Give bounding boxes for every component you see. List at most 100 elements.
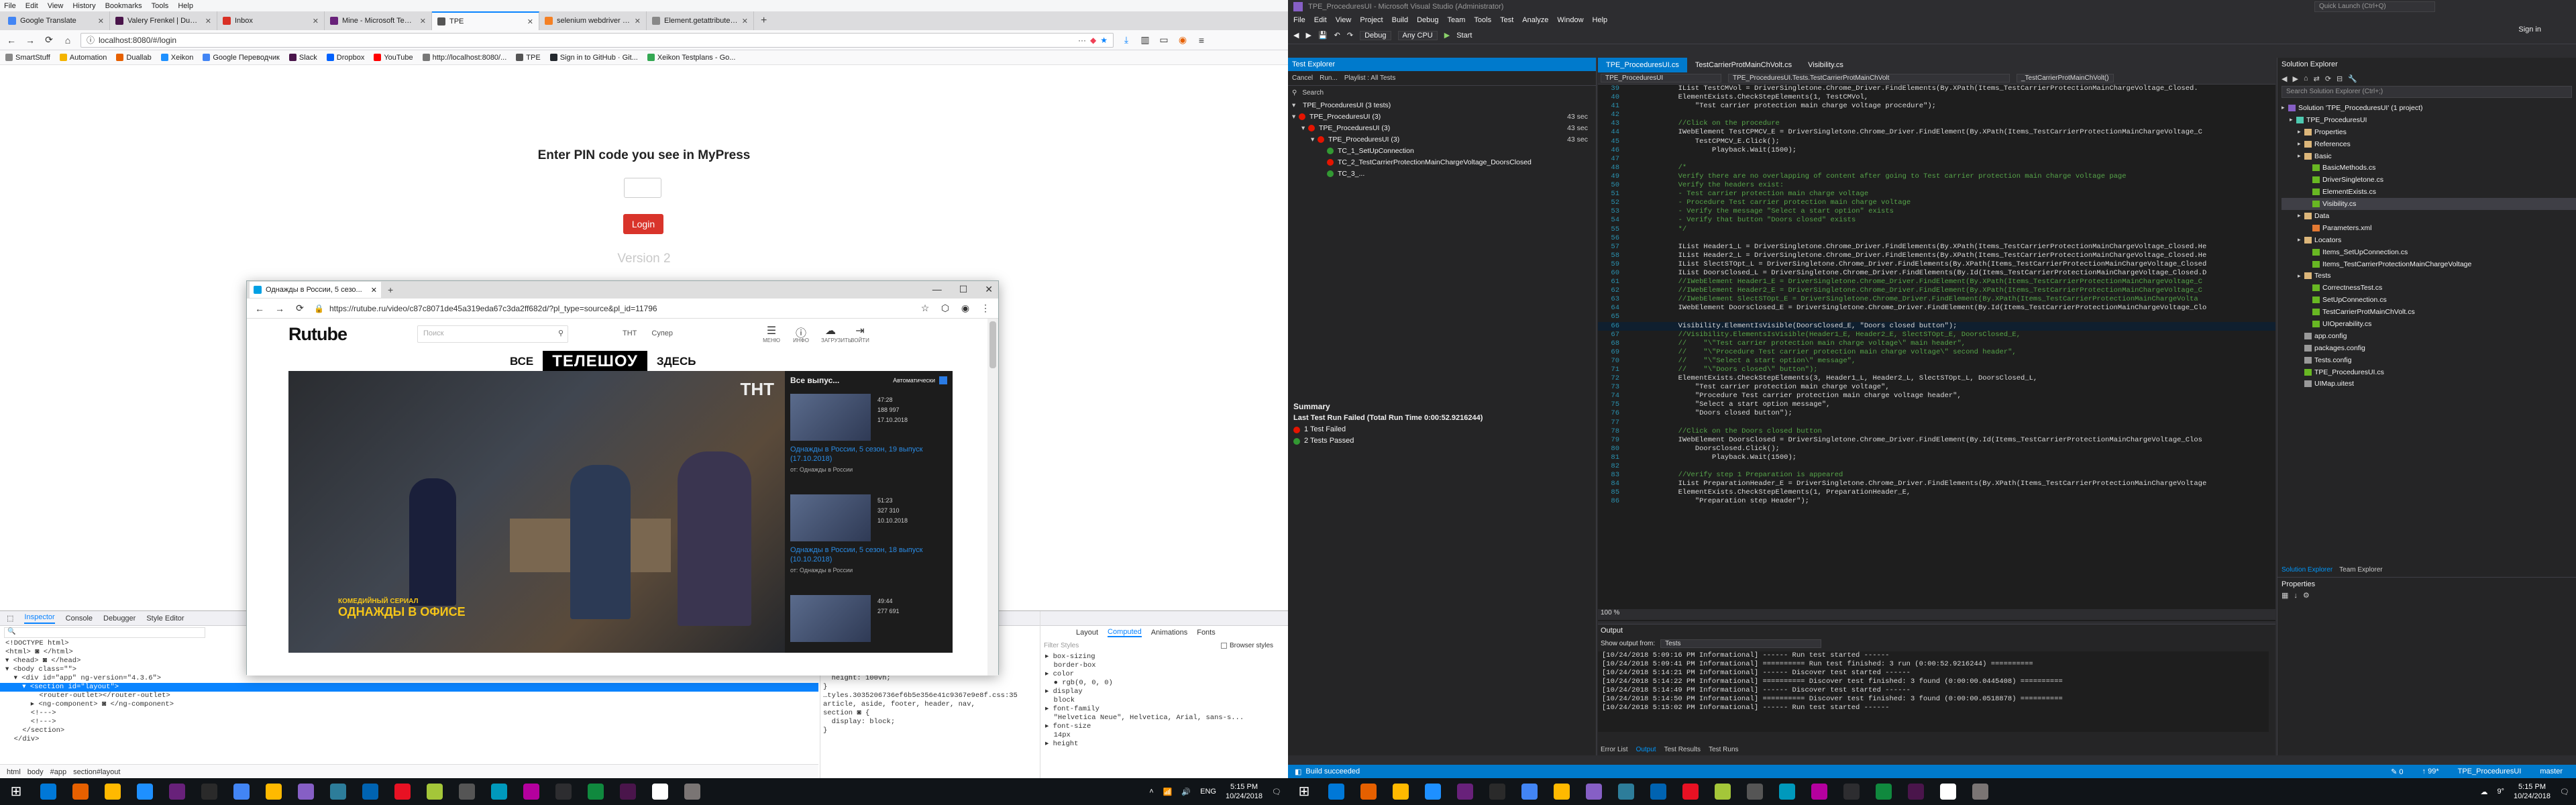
browser-tab[interactable]: Google Translate ✕	[3, 11, 110, 30]
properties-icon[interactable]: 🔧	[2348, 74, 2357, 83]
rutube-upload-button[interactable]: ☁ ЗАГРУЗИТЬ	[821, 324, 851, 343]
bookmark-item[interactable]: Xeikon	[160, 54, 193, 62]
editor-tab[interactable]: TestCarrierProtMainChVolt.cs	[1687, 58, 1800, 72]
solution-tree-item[interactable]: UIOperability.cs	[2282, 318, 2576, 330]
html-node[interactable]: ▾ <section id="layout">	[0, 683, 818, 692]
video-thumbnail[interactable]	[790, 394, 871, 441]
menu-help[interactable]: Help	[178, 2, 193, 10]
reload-icon[interactable]: ⟳	[43, 34, 55, 46]
property-pages-icon[interactable]: ⚙	[2303, 591, 2310, 600]
vs-menu-view[interactable]: View	[1336, 16, 1352, 24]
devtools-tab[interactable]: Debugger	[103, 614, 136, 623]
solution-tree-item[interactable]: Parameters.xml	[2282, 222, 2576, 234]
rutube-login-button[interactable]: ⇥ ВОЙТИ	[851, 324, 869, 343]
editor-tab[interactable]: Visibility.cs	[1800, 58, 1851, 72]
refresh-icon[interactable]: ⟳	[2325, 74, 2331, 83]
code-line[interactable]: 56	[1598, 234, 2275, 243]
menu-view[interactable]: View	[48, 2, 64, 10]
platform-dropdown[interactable]: Any CPU	[1397, 30, 1438, 40]
taskbar-app-icon[interactable]	[105, 784, 121, 800]
volume-icon[interactable]: 🔊	[1181, 788, 1191, 796]
bookmark-item[interactable]: Google Переводчик	[203, 54, 280, 62]
editor-nav-dropdown[interactable]: _TestCarrierProtMainChVolt()	[2017, 74, 2114, 83]
pocket-icon[interactable]: ◆	[1090, 36, 1096, 45]
code-line[interactable]: 72 ElementExists.CheckStepElements(3, He…	[1598, 374, 2275, 383]
back-icon[interactable]: ←	[5, 35, 17, 46]
computed-property[interactable]: border-box	[1045, 661, 1244, 670]
code-line[interactable]: 83 //Verify step 1 Preparation is appear…	[1598, 471, 2275, 480]
bookmark-item[interactable]: YouTube	[374, 54, 413, 62]
solution-tree-item[interactable]: Visibility.cs	[2282, 198, 2576, 211]
breadcrumb-item[interactable]: body	[28, 768, 44, 776]
rutube-info-button[interactable]: ⓘ ИНФО	[792, 324, 810, 343]
new-tab-icon[interactable]: +	[388, 284, 393, 295]
browser-tab[interactable]: selenium webdriver - How to ✕	[539, 11, 647, 30]
code-line[interactable]: 47	[1598, 155, 2275, 164]
bookmark-item[interactable]: http://localhost:8080/...	[422, 54, 506, 62]
bookmark-item[interactable]: Xeikon Testplans - Go...	[647, 54, 735, 62]
solution-tree-item[interactable]: Items_SetUpConnection.cs	[2282, 246, 2576, 258]
windows-start-icon[interactable]: ⊞	[8, 784, 24, 800]
browser-tab[interactable]: Mine - Microsoft Team Foundat ✕	[325, 11, 432, 30]
weather-icon[interactable]: ☁	[2480, 788, 2487, 796]
extension-icon[interactable]: ⬡	[939, 303, 951, 314]
code-line[interactable]: 70 // "\"Select a start option\" message…	[1598, 357, 2275, 366]
output-tab[interactable]: Test Results	[1664, 746, 1701, 753]
code-line[interactable]: 54 - Verify that button "Doors closed" e…	[1598, 216, 2275, 225]
bookmark-item[interactable]: Sign in to GitHub · Git...	[549, 54, 638, 62]
output-tab[interactable]: Output	[1636, 746, 1656, 753]
reload-icon[interactable]: ⟳	[294, 303, 306, 314]
menu-bookmarks[interactable]: Bookmarks	[105, 2, 142, 10]
repo-name[interactable]: TPE_ProceduresUI	[2458, 767, 2522, 776]
alphabetical-icon[interactable]: ↓	[2294, 592, 2298, 600]
failed-count[interactable]: 1 Test Failed	[1304, 424, 1346, 435]
taskbar-app-icon[interactable]	[1521, 784, 1538, 800]
rutube-url-bar[interactable]: 🔒 https://rutube.ru/video/c87c8071de45a3…	[314, 304, 911, 313]
close-icon[interactable]: ✕	[742, 17, 748, 25]
back-icon[interactable]: ←	[254, 303, 266, 314]
taskbar-app-icon[interactable]	[1747, 784, 1763, 800]
solution-tree-item[interactable]: ▸ Data	[2282, 210, 2576, 222]
taskbar-app-icon[interactable]	[266, 784, 282, 800]
computed-property[interactable]: ▸ font-size	[1045, 722, 1244, 731]
computed-tab[interactable]: Fonts	[1197, 629, 1216, 637]
login-button[interactable]: Login	[623, 214, 663, 234]
code-area[interactable]: 39 IList TestCMVol = DriverSingletone.Ch…	[1598, 85, 2275, 608]
computed-property[interactable]: block	[1045, 696, 1244, 705]
code-line[interactable]: 82	[1598, 462, 2275, 471]
code-line[interactable]: 57 IList Header1_L = DriverSingletone.Ch…	[1598, 243, 2275, 252]
code-line[interactable]: 58 IList Header2_L = DriverSingletone.Ch…	[1598, 252, 2275, 260]
solution-tree-item[interactable]: ▸ Locators	[2282, 234, 2576, 246]
taskbar-app-icon[interactable]	[169, 784, 185, 800]
start-button[interactable]: Start	[1456, 32, 1472, 40]
expand-icon[interactable]: ▸	[2298, 128, 2304, 136]
home-icon[interactable]: ⌂	[62, 35, 74, 46]
taskbar-app-icon[interactable]	[1425, 784, 1441, 800]
forward-icon[interactable]: ▶	[2292, 74, 2298, 83]
home-icon[interactable]: ⌂	[2304, 74, 2308, 83]
browser-tab[interactable]: Valery Frenkel | Dual Lab Slack ✕	[110, 11, 217, 30]
config-dropdown[interactable]: Debug	[1360, 30, 1391, 40]
solution-tree-item[interactable]: DriverSingletone.cs	[2282, 174, 2576, 186]
close-icon[interactable]: ✕	[313, 17, 319, 25]
code-line[interactable]: 60 IList DoorsClosed_L = DriverSingleton…	[1598, 269, 2275, 278]
code-line[interactable]: 44 IWebElement TestCPMCV_E = DriverSingl…	[1598, 128, 2275, 137]
taskbar-app-icon[interactable]	[620, 784, 636, 800]
taskbar-app-icon[interactable]	[1554, 784, 1570, 800]
vs-menu-project[interactable]: Project	[1360, 16, 1383, 24]
expand-icon[interactable]: ▸	[2290, 116, 2296, 123]
video-source[interactable]: от: Однажды в России	[790, 466, 947, 473]
solution-tree-item[interactable]: ▸ Basic	[2282, 150, 2576, 162]
vs-menu-window[interactable]: Window	[1557, 16, 1583, 24]
solution-tree-item[interactable]: TPE_ProceduresUI.cs	[2282, 366, 2576, 378]
menu-edit[interactable]: Edit	[25, 2, 38, 10]
taskbar-app-icon[interactable]	[1328, 784, 1344, 800]
notifications-icon[interactable]: 🗨	[1272, 788, 1281, 796]
notifications-icon[interactable]: 🗨	[2560, 788, 2569, 796]
vs-menu-build[interactable]: Build	[1392, 16, 1408, 24]
test-tree-item[interactable]: ▾ TPE_ProceduresUI (3 tests)	[1292, 99, 1596, 111]
code-line[interactable]: 49 Verify there are no overlapping of co…	[1598, 172, 2275, 181]
taskbar-app-icon[interactable]	[201, 784, 217, 800]
solution-tree-item[interactable]: ▸ TPE_ProceduresUI	[2282, 114, 2576, 126]
expand-icon[interactable]: ▾	[1292, 113, 1299, 121]
